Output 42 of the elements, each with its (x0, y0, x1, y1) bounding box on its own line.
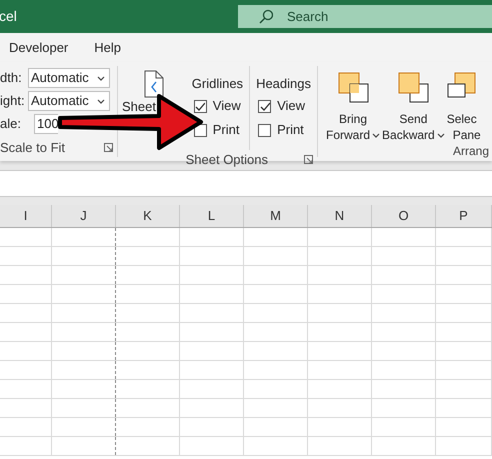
checkmark-icon (195, 102, 206, 110)
group-label: Sheet Options (186, 151, 268, 169)
column-header[interactable]: I (0, 205, 52, 227)
field-label: ale: (0, 115, 22, 134)
search-icon (258, 9, 273, 24)
checkbox[interactable]: View (194, 94, 244, 118)
search-placeholder: Search (287, 8, 328, 26)
column-header[interactable]: L (180, 205, 244, 227)
search-field[interactable]: Search (238, 5, 492, 28)
option-heading: Gridlines (192, 75, 244, 93)
column-header[interactable]: M (244, 205, 308, 227)
arrange-button[interactable]: Selec Pane (446, 72, 485, 143)
chevron-down-icon (97, 98, 105, 104)
ribbon-tab[interactable]: Help (94, 38, 122, 58)
chevron-down-icon (97, 76, 105, 80)
field-label: dth: (0, 69, 23, 88)
group-label: Arrang (452, 143, 489, 160)
column-header[interactable]: N (308, 205, 372, 227)
column-header[interactable]: K (116, 205, 180, 227)
layers-icon (338, 72, 368, 103)
sheet-right-to-left-button[interactable]: Sheet (118, 66, 186, 150)
option-heading: Headings (256, 75, 311, 93)
document-icon (144, 70, 164, 98)
dropdown[interactable]: Automatic (28, 91, 110, 111)
checkbox[interactable]: Print (258, 118, 311, 142)
ribbon-tab[interactable]: Developer (9, 38, 68, 58)
dialog-launcher-icon (104, 142, 113, 152)
column-header[interactable]: P (436, 205, 492, 227)
checkbox[interactable]: View (258, 94, 311, 118)
column-header[interactable]: J (52, 205, 116, 227)
dialog-launcher-icon (304, 155, 313, 164)
arrange-button[interactable]: Bring Forward (326, 72, 380, 143)
spinner-field[interactable]: 100 (34, 114, 58, 134)
field-label: ight: (0, 92, 26, 110)
group-label: Scale to Fit (0, 138, 66, 156)
dropdown[interactable]: Automatic (28, 68, 110, 88)
column-header[interactable]: O (372, 205, 436, 227)
formula-bar[interactable] (0, 170, 492, 197)
checkmark-icon (260, 102, 270, 110)
layers-icon (398, 72, 429, 103)
checkbox[interactable]: Print (194, 118, 244, 142)
arrange-button[interactable]: Send Backward (382, 72, 445, 143)
